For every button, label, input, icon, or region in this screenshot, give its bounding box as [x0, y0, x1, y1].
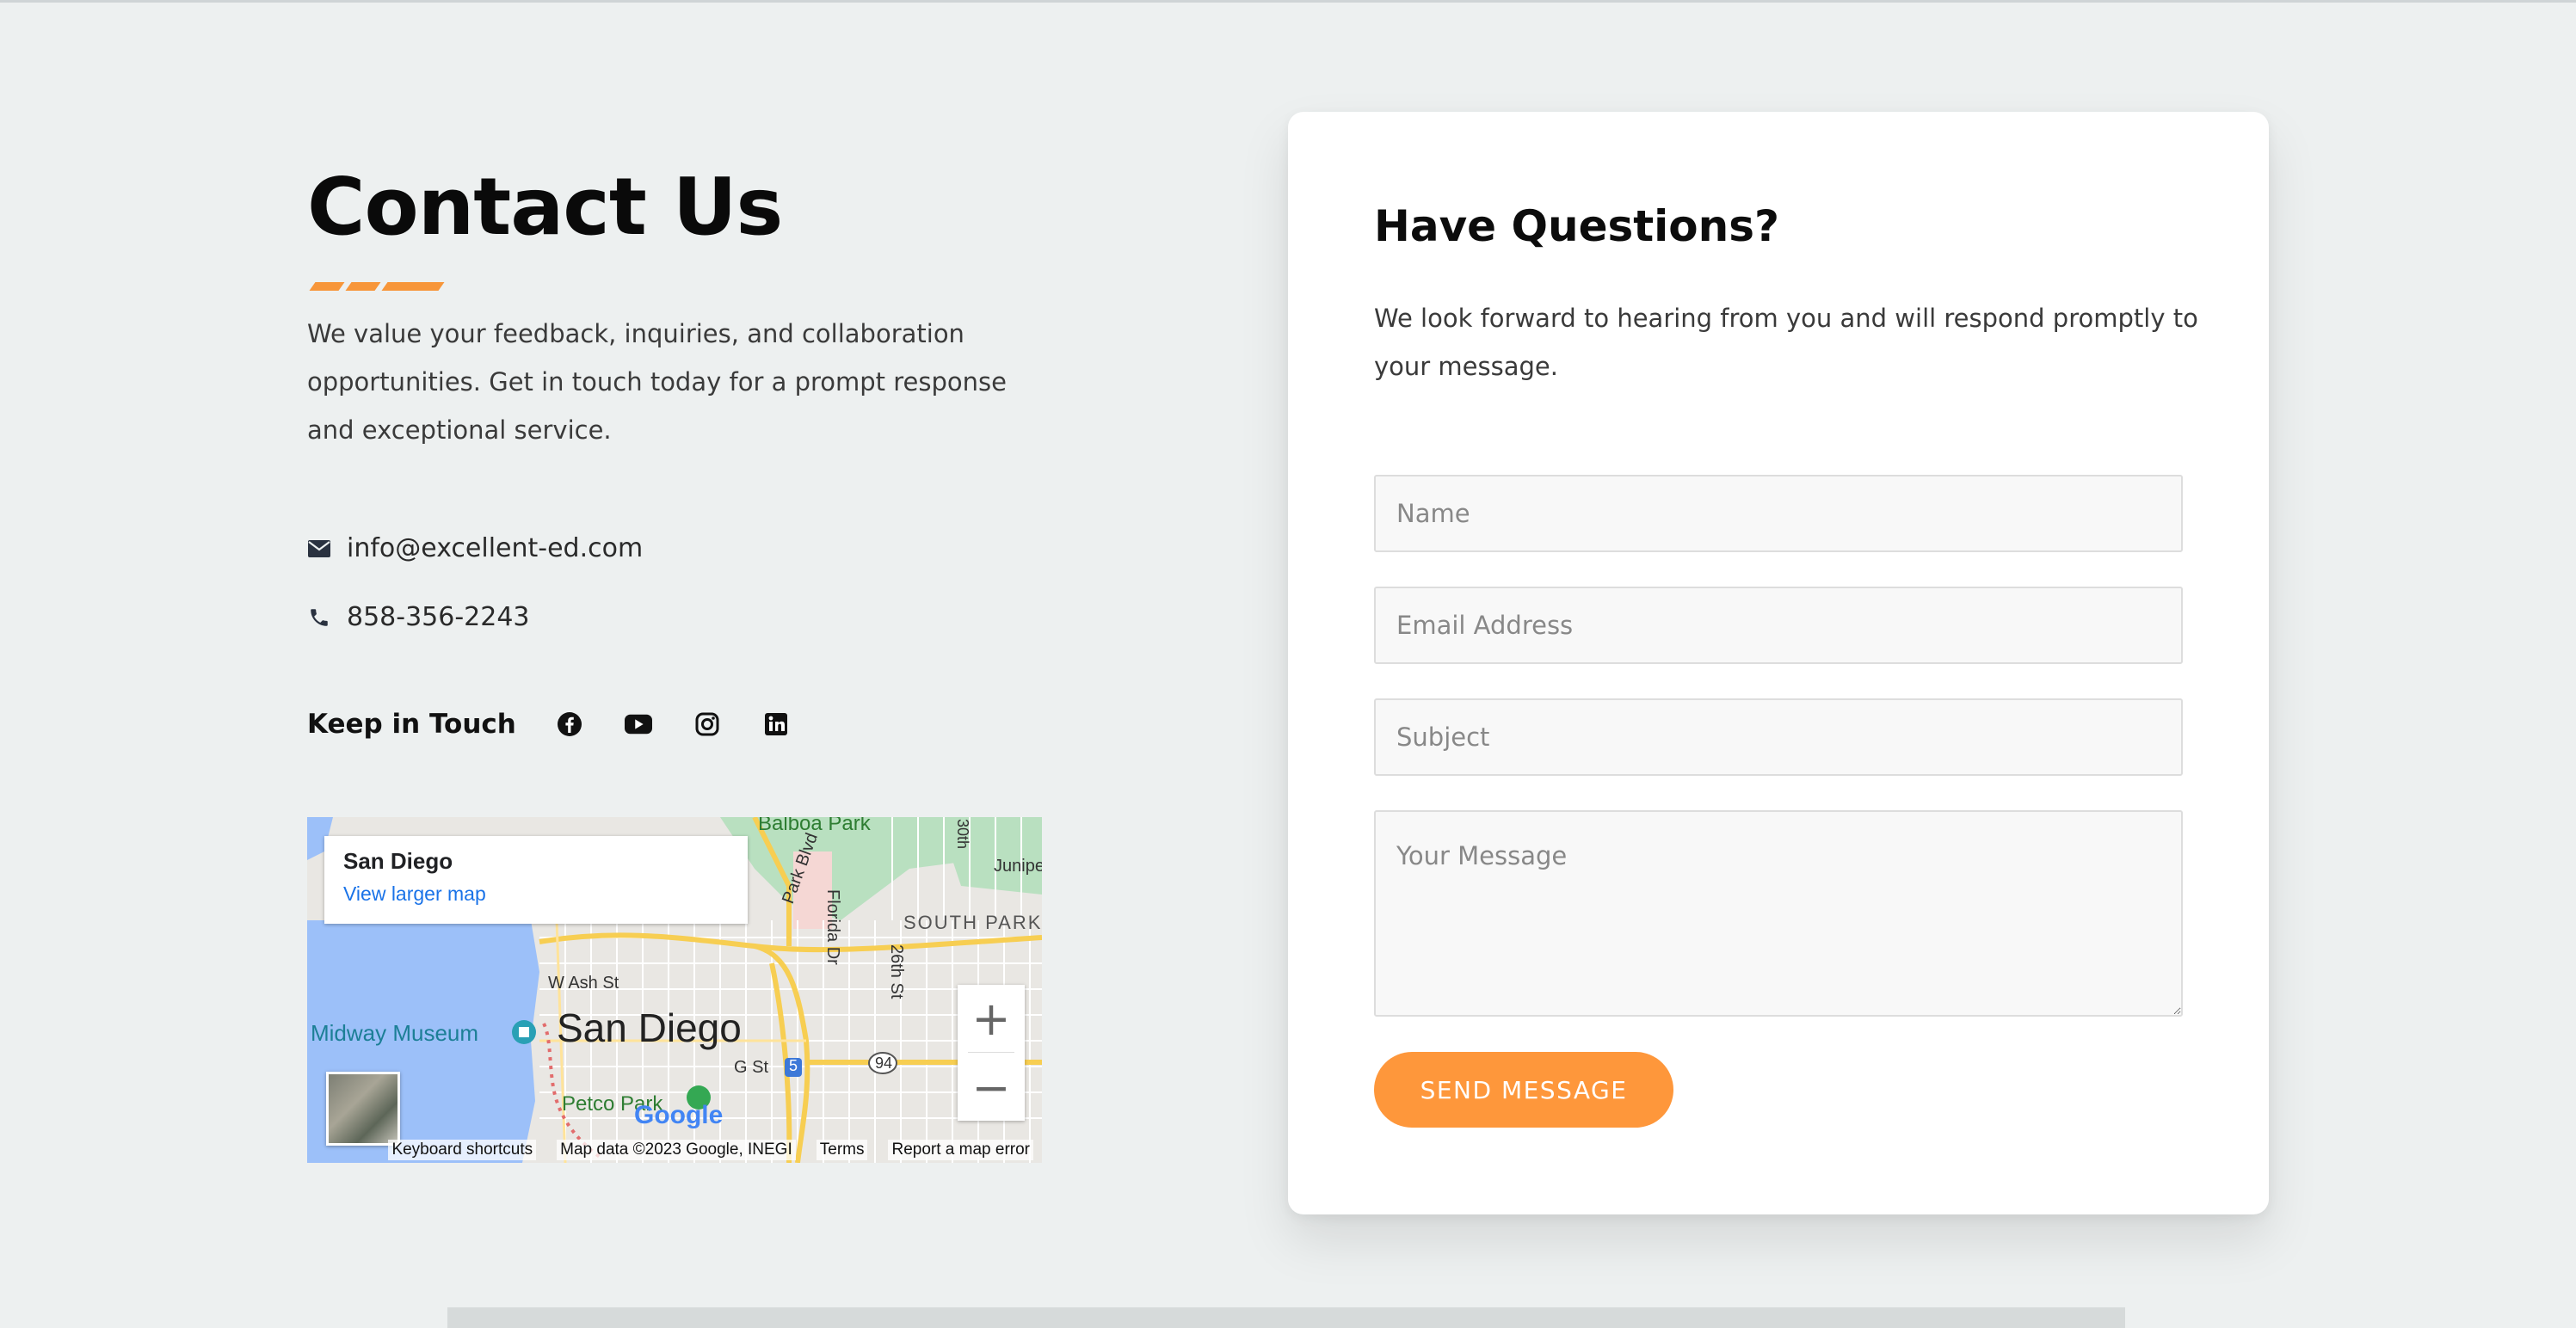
form-heading: Have Questions?: [1374, 201, 1780, 251]
keep-in-touch-label: Keep in Touch: [307, 709, 516, 740]
embedded-map[interactable]: Balboa Park SOUTH PARK Midway Museum San…: [307, 817, 1042, 1163]
map-data-attribution: Map data ©2023 Google, INEGI: [557, 1140, 796, 1160]
map-label-juniper: Junipe: [994, 857, 1042, 876]
map-label-interstate-5: 5: [789, 1057, 798, 1074]
intro-text: We value your feedback, inquiries, and c…: [307, 319, 1007, 445]
email-input[interactable]: [1374, 587, 2183, 664]
map-label-30th: 30th: [954, 819, 971, 850]
page-title: Contact Us: [307, 161, 783, 253]
name-input[interactable]: [1374, 475, 2183, 552]
title-underline-dashes: [307, 282, 445, 292]
instagram-icon[interactable]: [693, 710, 721, 738]
map-label-south-park: SOUTH PARK: [903, 912, 1042, 933]
map-label-florida: Florida Dr: [823, 889, 842, 965]
satellite-toggle[interactable]: [326, 1072, 400, 1146]
email-link[interactable]: info@excellent-ed.com: [347, 533, 643, 563]
phone-icon: [307, 606, 331, 630]
youtube-icon[interactable]: [624, 710, 652, 738]
subject-input[interactable]: [1374, 698, 2183, 776]
email-row: info@excellent-ed.com: [307, 533, 643, 563]
map-place-card: San Diego View larger map: [324, 836, 748, 924]
send-message-button[interactable]: SEND MESSAGE: [1374, 1052, 1673, 1128]
terms-link[interactable]: Terms: [816, 1140, 868, 1160]
contact-info-section: Contact Us We value your feedback, inqui…: [307, 161, 1064, 740]
map-footer: Keyboard shortcuts Map data ©2023 Google…: [307, 1137, 1042, 1163]
map-label-g-st: G St: [734, 1058, 769, 1077]
google-logo: Google: [634, 1101, 724, 1129]
keep-in-touch-row: Keep in Touch: [307, 709, 831, 740]
footer-edge: [447, 1307, 2125, 1328]
linkedin-icon[interactable]: [762, 710, 790, 738]
map-label-route-94: 94: [875, 1054, 893, 1072]
map-label-w-ash: W Ash St: [548, 974, 619, 993]
report-map-error-link[interactable]: Report a map error: [888, 1140, 1033, 1160]
zoom-in-button[interactable]: +: [958, 985, 1025, 1052]
view-larger-map-link[interactable]: View larger map: [343, 882, 486, 906]
map-label-midway: Midway Museum: [311, 1020, 479, 1046]
zoom-out-button[interactable]: −: [958, 1054, 1025, 1121]
phone-row: 858-356-2243: [307, 602, 530, 632]
map-label-26th: 26th St: [887, 944, 906, 999]
map-label-balboa: Balboa Park: [758, 817, 871, 835]
envelope-icon: [307, 537, 331, 561]
map-place-title: San Diego: [343, 848, 453, 874]
form-description: We look forward to hearing from you and …: [1374, 304, 2198, 381]
keyboard-shortcuts-link[interactable]: Keyboard shortcuts: [388, 1140, 537, 1160]
map-zoom-control: + −: [958, 985, 1025, 1121]
map-city-label: San Diego: [557, 1005, 742, 1050]
phone-link[interactable]: 858-356-2243: [347, 602, 530, 632]
facebook-icon[interactable]: [556, 710, 583, 738]
top-border: [0, 0, 2576, 3]
contact-form-card: Have Questions? We look forward to heari…: [1288, 112, 2269, 1214]
message-textarea[interactable]: [1374, 810, 2183, 1017]
